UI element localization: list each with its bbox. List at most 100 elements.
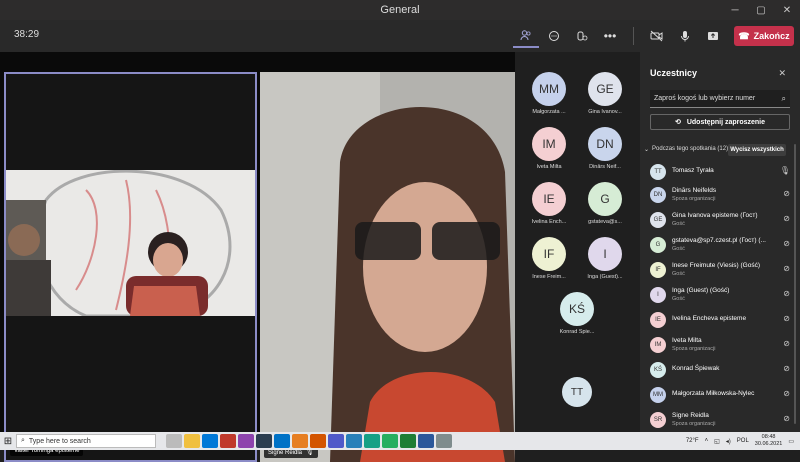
minimize-icon[interactable]: ─ <box>722 0 748 20</box>
gallery-item[interactable]: G gstateva@s... <box>575 182 635 232</box>
avatar: IF <box>532 237 566 271</box>
microphone-icon[interactable] <box>672 24 698 48</box>
gallery-item[interactable]: I Inga (Guest)... <box>575 237 635 287</box>
mute-all-label: Wycisz wszystkich <box>730 147 784 153</box>
more-options-icon[interactable]: ••• <box>597 24 623 48</box>
word-icon[interactable] <box>418 434 434 448</box>
gallery-item[interactable]: MM Małgorzata ... <box>519 72 579 122</box>
participants-icon[interactable] <box>513 24 539 48</box>
app-icon[interactable] <box>220 434 236 448</box>
muted-mic-icon: ⊘ <box>783 289 790 298</box>
participant-row[interactable]: MM Małgorzata Miłkowska-Nylec ⊘ <box>650 385 790 405</box>
language-indicator[interactable]: POL <box>737 438 749 444</box>
participant-row[interactable]: IE Ivelina Encheva episteme ⊘ <box>650 310 790 330</box>
participant-row[interactable]: IM Iveta Milta Spoza organizacji ⊘ <box>650 335 790 355</box>
camera-off-icon[interactable] <box>644 24 670 48</box>
clock-time: 08:48 <box>761 434 776 440</box>
chat-icon[interactable] <box>541 24 567 48</box>
teams-icon[interactable] <box>328 434 344 448</box>
search-icon: ⌕ <box>21 437 25 444</box>
close-icon[interactable]: ✕ <box>778 68 786 79</box>
muted-mic-icon: ⊘ <box>783 189 790 198</box>
app-icon[interactable] <box>292 434 308 448</box>
participant-name: Dinārs Neifelds <box>672 187 717 194</box>
excel-icon[interactable] <box>400 434 416 448</box>
share-screen-icon[interactable] <box>700 24 726 48</box>
weather-readout[interactable]: 72°F <box>686 438 699 444</box>
avatar: IE <box>650 312 666 328</box>
notifications-icon[interactable]: ▭ <box>788 438 794 445</box>
video-tile-valter[interactable]: Valter Tominga episteme <box>4 72 257 462</box>
participant-name: gstateva@sp7.czest.pl (Гост) (... <box>672 237 766 244</box>
participant-row[interactable]: TT Tomasz Tyrała 🎙 <box>650 162 790 182</box>
gallery-name: Konrad Śpie... <box>559 329 595 335</box>
volume-icon[interactable]: ◂) <box>726 438 731 445</box>
title-bar: General ─ ▢ ✕ <box>0 0 800 20</box>
gallery-item[interactable]: IE Ivelina Ench... <box>519 182 579 232</box>
participant-name: Konrad Śpiewak <box>672 365 720 372</box>
chevron-up-icon[interactable]: ˄ <box>705 438 709 444</box>
windows-start-icon[interactable]: ⊞ <box>0 432 16 450</box>
edge-icon[interactable] <box>202 434 218 448</box>
participant-row[interactable]: DN Dinārs Neifelds Spoza organizacji ⊘ <box>650 185 790 205</box>
avatar: GE <box>588 72 622 106</box>
gallery-item[interactable]: GE Gina Ivanov... <box>575 72 635 122</box>
avatar: KŚ <box>560 292 594 326</box>
avatar: MM <box>650 387 666 403</box>
avatar: GE <box>650 212 666 228</box>
app-icon[interactable] <box>364 434 380 448</box>
app-icon[interactable] <box>238 434 254 448</box>
app-icon[interactable] <box>256 434 272 448</box>
gallery-item[interactable]: IF Inese Freim... <box>519 237 579 287</box>
app-icon[interactable] <box>436 434 452 448</box>
avatar: DN <box>650 187 666 203</box>
gallery-item[interactable]: KŚ Konrad Śpie... <box>547 292 607 342</box>
participant-row[interactable]: GE Gina Ivanova episteme (Гост) Gość ⊘ <box>650 210 790 230</box>
participant-name: Iveta Milta <box>672 337 702 344</box>
participant-status: Gość <box>672 221 685 227</box>
close-window-icon[interactable]: ✕ <box>774 0 800 20</box>
chrome-icon[interactable] <box>382 434 398 448</box>
network-icon[interactable]: ◱ <box>714 438 720 445</box>
maximize-icon[interactable]: ▢ <box>748 0 774 20</box>
search-icon[interactable]: ⌕ <box>782 94 786 104</box>
avatar: IM <box>650 337 666 353</box>
participant-row[interactable]: I Inga (Guest) (Gość) Gość ⊘ <box>650 285 790 305</box>
participant-row[interactable]: IF Inese Freimute (Viesis) (Gość) Gość ⊘ <box>650 260 790 280</box>
muted-mic-icon: ⊘ <box>783 214 790 223</box>
participant-row[interactable]: SR Signe Reidla Spoza organizacji ⊘ <box>650 410 790 430</box>
end-call-button[interactable]: ☎ Zakończ <box>734 26 794 46</box>
outlook-icon[interactable] <box>274 434 290 448</box>
muted-mic-icon: 🎙 <box>306 450 314 456</box>
participants-panel: Uczestnicy ✕ Zaproś kogoś lub wybierz nu… <box>640 52 800 432</box>
video-tile-signe[interactable]: Signe Reidla 🎙 <box>260 72 515 462</box>
gallery-item[interactable]: DN Dinārs Neif... <box>575 127 635 177</box>
invite-input[interactable]: Zaproś kogoś lub wybierz numer ⌕ <box>650 90 790 108</box>
end-call-label: Zakończ <box>753 31 790 41</box>
app-icon[interactable] <box>346 434 362 448</box>
video-feed <box>6 170 255 316</box>
avatar: TT <box>562 377 592 407</box>
powerpoint-icon[interactable] <box>310 434 326 448</box>
avatar: I <box>650 287 666 303</box>
mute-all-button[interactable]: Wycisz wszystkich <box>728 144 786 156</box>
avatar: IE <box>532 182 566 216</box>
avatar: IM <box>532 127 566 161</box>
reactions-icon[interactable] <box>569 24 595 48</box>
scrollbar[interactable] <box>794 144 796 424</box>
clock[interactable]: 08:48 30.06.2021 <box>755 434 783 448</box>
taskbar-search-input[interactable]: ⌕ Type here to search <box>16 434 156 448</box>
share-invite-button[interactable]: ⟲ Udostępnij zaproszenie <box>650 114 790 130</box>
file-explorer-icon[interactable] <box>184 434 200 448</box>
avatar: TT <box>650 164 666 180</box>
participant-row[interactable]: KŚ Konrad Śpiewak ⊘ <box>650 360 790 380</box>
window-title: General <box>380 4 420 16</box>
hang-up-icon: ☎ <box>738 30 750 41</box>
participant-row[interactable]: G gstateva@sp7.czest.pl (Гост) (... Gość… <box>650 235 790 255</box>
task-view-icon[interactable] <box>166 434 182 448</box>
gallery-item[interactable]: IM Iveta Milta <box>519 127 579 177</box>
participant-name: Tomasz Tyrała <box>672 167 714 174</box>
gallery-item[interactable]: TT <box>547 377 607 427</box>
participant-status: Gość <box>672 296 685 302</box>
section-header[interactable]: ⌄ Podczas tego spotkania (12) <box>644 146 728 153</box>
